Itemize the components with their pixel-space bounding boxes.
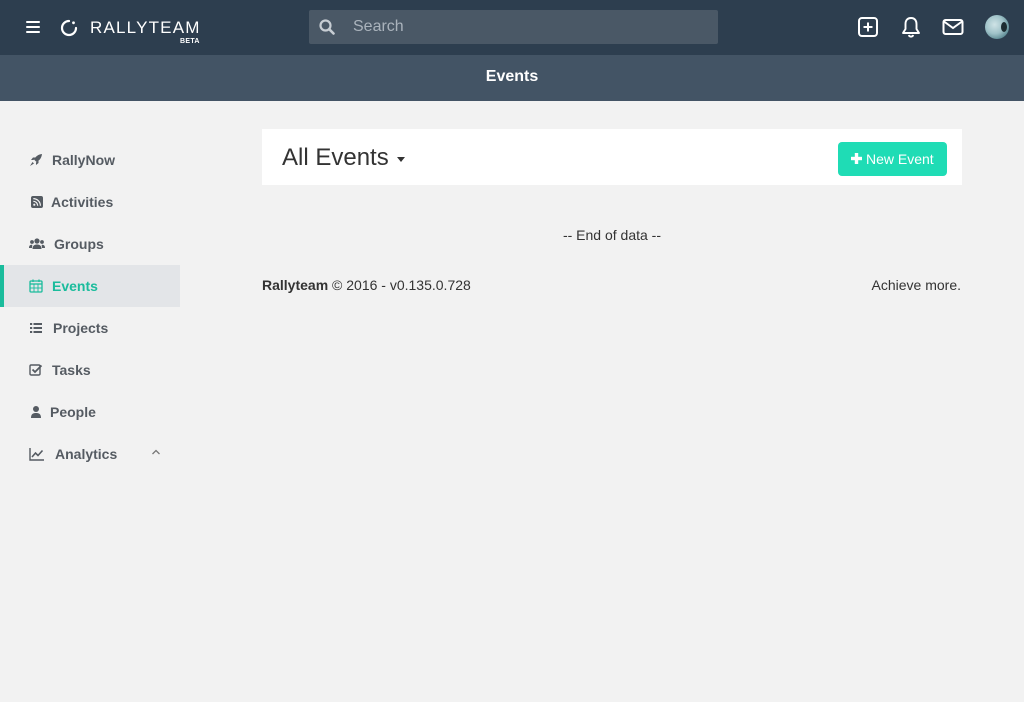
footer-copyright: © 2016 - v0.135.0.728 [332,277,471,293]
sidebar-item-tasks[interactable]: Tasks [0,349,180,391]
sidebar-item-label: Groups [54,236,104,252]
rocket-icon [30,154,42,166]
page-title: Events [485,68,539,85]
user-icon [31,406,41,418]
sidebar-item-label: RallyNow [52,152,116,168]
sidebar-item-people[interactable]: People [0,391,180,433]
rss-icon [31,196,43,208]
search-icon[interactable] [319,19,335,35]
footer-brand: Rallyteam [262,277,329,293]
sidebar-item-label: Projects [53,320,109,336]
plus-icon [851,153,862,164]
envelope-icon[interactable] [941,15,965,39]
sidebar-item-label: People [50,404,96,420]
sidebar-item-rallynow[interactable]: RallyNow [0,139,180,181]
page-header: Events [0,55,1024,101]
avatar[interactable] [985,15,1009,39]
top-navbar: RALLYTEAM BETA [0,0,1024,55]
bell-icon[interactable] [899,15,923,39]
beta-badge: BETA [180,38,200,45]
sidebar-item-label: Events [52,278,98,294]
end-of-data-text: -- End of data -- [562,227,662,243]
chevron-up-icon[interactable] [151,448,161,456]
sidebar-item-analytics[interactable]: Analytics [0,433,180,475]
sidebar: RallyNow Activities Groups Events Projec… [0,139,180,475]
sidebar-item-groups[interactable]: Groups [0,223,180,265]
sidebar-item-label: Tasks [52,362,91,378]
menu-icon[interactable] [26,21,40,33]
logo-mark-icon [60,19,78,37]
logo[interactable]: RALLYTEAM BETA [60,17,210,45]
list-icon [30,323,42,333]
search-input[interactable] [353,10,703,44]
events-filter-dropdown[interactable]: All Events [282,144,389,172]
sidebar-item-label: Activities [51,194,114,210]
line-chart-icon [29,448,44,461]
users-icon [29,238,45,249]
new-event-button[interactable]: New Event [838,142,947,176]
sidebar-item-projects[interactable]: Projects [0,307,180,349]
sidebar-item-activities[interactable]: Activities [0,181,180,223]
sidebar-item-label: Analytics [55,446,118,462]
events-panel: All Events New Event [262,129,962,185]
search-box [309,10,718,44]
footer: Rallyteam © 2016 - v0.135.0.728 Achieve … [262,277,962,297]
new-event-label: New Event [866,151,934,167]
caret-down-icon[interactable] [397,157,405,162]
calendar-icon [29,279,43,293]
checkbox-icon [29,364,43,376]
add-square-icon[interactable] [856,15,880,39]
sidebar-item-events[interactable]: Events [0,265,180,307]
logo-text: RALLYTEAM [90,18,201,37]
footer-tagline: Achieve more. [871,277,961,293]
